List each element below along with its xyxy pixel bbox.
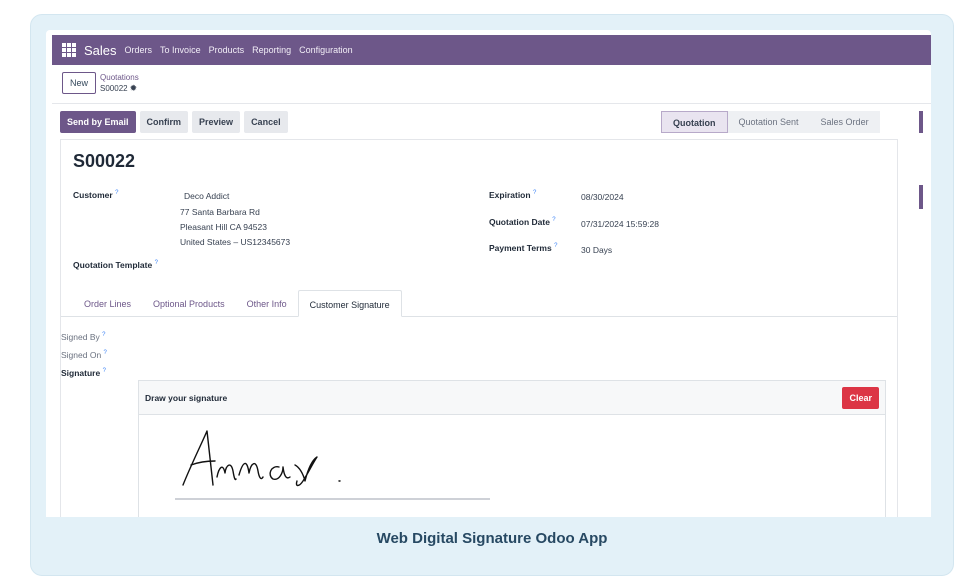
- top-navbar: Sales Orders To Invoice Products Reporti…: [52, 35, 931, 65]
- page-title: S00022: [73, 151, 136, 171]
- header-divider: [52, 103, 931, 104]
- preview-button[interactable]: Preview: [192, 111, 241, 133]
- payment-terms-label: Payment Terms ?: [489, 243, 558, 253]
- signature-drawing: [175, 430, 490, 500]
- signature-pad-header: Draw your signature Clear: [139, 381, 885, 415]
- new-button[interactable]: New: [62, 72, 97, 94]
- signature-label: Signature ?: [61, 368, 106, 378]
- breadcrumb-current: S00022: [100, 84, 128, 93]
- quotation-date-label: Quotation Date ?: [489, 217, 556, 227]
- tab-other-info[interactable]: Other Info: [236, 290, 298, 317]
- customer-name[interactable]: Deco Addict: [184, 190, 229, 202]
- app-screenshot: Sales Orders To Invoice Products Reporti…: [46, 30, 931, 517]
- status-sales-order[interactable]: Sales Order: [809, 111, 880, 133]
- status-bar: Quotation Quotation Sent Sales Order: [661, 111, 880, 133]
- confirm-button[interactable]: Confirm: [139, 111, 189, 133]
- tab-order-lines[interactable]: Order Lines: [73, 290, 142, 317]
- signature-drawing-area[interactable]: [139, 415, 885, 517]
- nav-reporting[interactable]: Reporting: [252, 45, 291, 55]
- nav-products[interactable]: Products: [209, 45, 245, 55]
- caption: Web Digital Signature Odoo App: [376, 530, 608, 547]
- breadcrumb: New Quotations S00022 ✹: [62, 70, 139, 96]
- clear-button[interactable]: Clear: [842, 387, 879, 409]
- send-by-email-button[interactable]: Send by Email: [60, 111, 136, 133]
- nav-to-invoice[interactable]: To Invoice: [160, 45, 201, 55]
- tab-optional-products[interactable]: Optional Products: [142, 290, 236, 317]
- payment-terms-field[interactable]: 30 Days: [581, 244, 612, 256]
- customer-address-line1: 77 Santa Barbara Rd: [180, 207, 260, 217]
- chatter-edge-bar: [919, 111, 923, 133]
- customer-label: Customer ?: [73, 190, 119, 200]
- expiration-field[interactable]: 08/30/2024: [581, 191, 624, 203]
- signature-pad: Draw your signature Clear: [138, 380, 886, 517]
- signature-pad-title: Draw your signature: [145, 393, 228, 403]
- customer-address-line2: Pleasant Hill CA 94523: [180, 222, 267, 232]
- tab-customer-signature[interactable]: Customer Signature: [297, 290, 402, 317]
- form-sheet: S00022 Customer ? Deco Addict 77 Santa B…: [60, 139, 898, 517]
- nav-configuration[interactable]: Configuration: [299, 45, 353, 55]
- expiration-label: Expiration ?: [489, 190, 537, 200]
- customer-address-line3: United States – US12345673: [180, 237, 291, 247]
- signed-on-label: Signed On ?: [61, 350, 107, 360]
- chatter-edge-bar-lower: [919, 185, 923, 209]
- help-mark: ?: [115, 190, 119, 197]
- gear-icon[interactable]: ✹: [130, 83, 138, 93]
- status-quotation[interactable]: Quotation: [661, 111, 728, 133]
- action-buttons: Send by Email Confirm Preview Cancel: [60, 111, 288, 133]
- breadcrumb-stack: Quotations S00022 ✹: [100, 73, 139, 93]
- apps-grid-icon[interactable]: [62, 43, 76, 57]
- breadcrumb-parent-link[interactable]: Quotations: [100, 73, 139, 82]
- quotation-template-label: Quotation Template ?: [73, 260, 158, 270]
- nav-orders[interactable]: Orders: [125, 45, 153, 55]
- notebook-tabs: Order Lines Optional Products Other Info…: [61, 290, 897, 317]
- app-brand[interactable]: Sales: [84, 43, 117, 58]
- signed-by-label: Signed By ?: [61, 332, 106, 342]
- cancel-button[interactable]: Cancel: [244, 111, 288, 133]
- status-quotation-sent[interactable]: Quotation Sent: [727, 111, 810, 133]
- quotation-date-field[interactable]: 07/31/2024 15:59:28: [581, 218, 659, 230]
